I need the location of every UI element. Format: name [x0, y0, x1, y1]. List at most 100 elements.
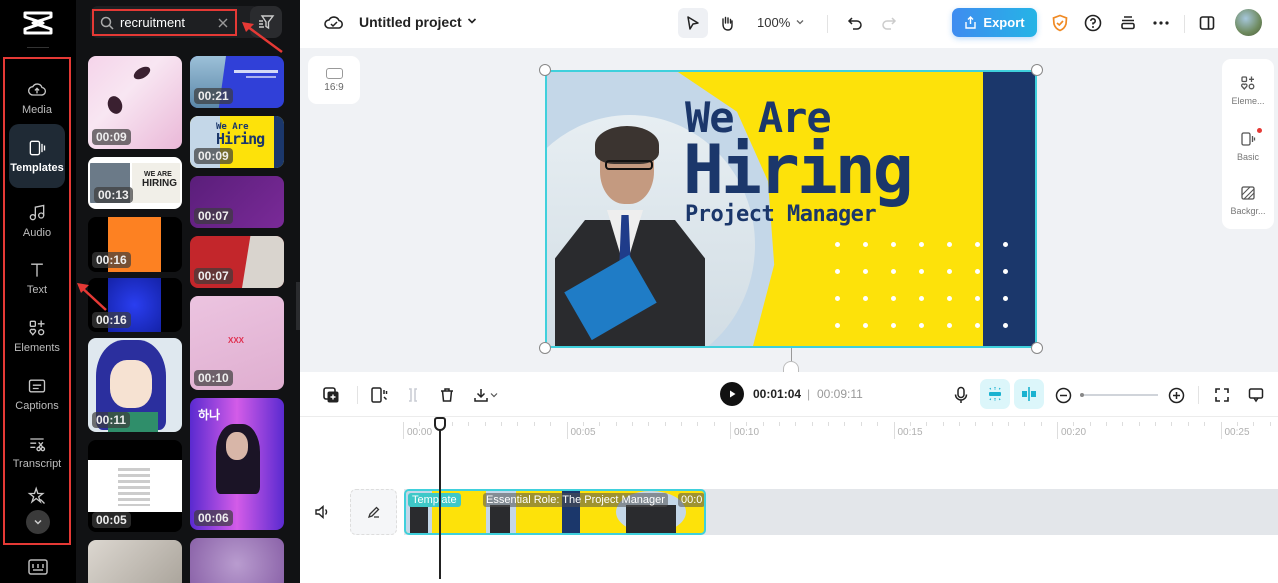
template-thumbnail[interactable]: WE ARE HIRING 00:13 [88, 157, 182, 209]
resize-handle-top-left[interactable] [539, 64, 551, 76]
playhead-line[interactable] [439, 419, 441, 579]
ruler-minor-tick [1106, 422, 1108, 426]
timeline-zoom-slider[interactable] [1080, 394, 1158, 396]
zoom-level[interactable]: 100% [757, 15, 790, 30]
headline-hiring[interactable]: Hiring [683, 137, 914, 205]
expand-rail-button[interactable] [26, 510, 50, 534]
chevron-down-icon[interactable] [466, 15, 478, 27]
export-button[interactable]: Export [952, 8, 1037, 37]
playhead-handle[interactable] [434, 417, 446, 431]
zoom-in-button[interactable] [1164, 383, 1188, 407]
search-input[interactable]: recruitment [92, 9, 237, 36]
help-button[interactable] [1078, 8, 1108, 38]
fit-timeline-button[interactable] [1210, 383, 1234, 407]
split-scene-button[interactable] [367, 383, 391, 407]
clip-frame-person [410, 505, 428, 533]
pattern-dot [919, 296, 924, 301]
video-preview[interactable]: We Are Hiring Project Manager [545, 70, 1037, 348]
edit-cover-button[interactable] [350, 489, 397, 535]
timeline-clip[interactable]: Template Essential Role: The Project Man… [404, 489, 706, 535]
pattern-dot [975, 296, 980, 301]
pattern-dot [835, 296, 840, 301]
ruler-minor-tick [599, 422, 601, 426]
template-thumbnail[interactable]: 00:11 [88, 338, 182, 432]
template-thumbnail[interactable] [190, 538, 284, 583]
resize-handle-bottom-left[interactable] [539, 342, 551, 354]
template-thumbnail[interactable]: 00:07 [190, 236, 284, 288]
project-title[interactable]: Untitled project [359, 14, 462, 30]
zoom-out-icon [1055, 387, 1071, 403]
hand-tool-button[interactable] [712, 8, 742, 38]
play-button[interactable] [720, 382, 744, 406]
rail-item-templates[interactable]: Templates [9, 124, 65, 188]
keyboard-shortcuts-icon[interactable] [27, 558, 49, 576]
pattern-dot [863, 323, 868, 328]
more-options-button[interactable] [1146, 8, 1176, 38]
total-duration: 00:09:11 [817, 387, 863, 401]
ruler-minor-tick [811, 422, 813, 426]
template-thumbnail[interactable]: 00:16 [88, 217, 182, 272]
timeline-zoom-knob[interactable] [1080, 393, 1084, 397]
add-media-button[interactable] [319, 383, 343, 407]
thumbnail-duration: 00:09 [92, 129, 131, 145]
rail-item-audio[interactable]: Audio [9, 190, 65, 252]
template-thumbnail[interactable]: 00:05 [88, 440, 182, 532]
redo-button[interactable] [874, 8, 904, 38]
pattern-dot [863, 242, 868, 247]
magnet-snap-toggle[interactable] [980, 379, 1010, 409]
user-avatar[interactable] [1235, 9, 1262, 36]
template-thumbnail[interactable]: 00:09 [88, 56, 182, 149]
select-tool-button[interactable] [678, 8, 708, 38]
rail-item-captions[interactable]: Captions [9, 363, 65, 425]
rail-item-transcript[interactable]: Transcript [9, 421, 65, 483]
template-thumbnail[interactable]: 00:16 [88, 278, 182, 332]
pattern-dot [919, 323, 924, 328]
right-tool-background[interactable]: Backgr... [1222, 175, 1274, 225]
undo-button[interactable] [840, 8, 870, 38]
timeline-ruler[interactable]: 00:00 00:05 00:10 00:15 00:20 00:25 [300, 418, 1278, 442]
link-snap-toggle[interactable] [1014, 379, 1044, 409]
shield-button[interactable] [1045, 8, 1075, 38]
search-value[interactable]: recruitment [120, 15, 211, 30]
zoom-out-button[interactable] [1051, 383, 1075, 407]
music-note-icon [29, 204, 45, 221]
template-thumbnail[interactable]: 하나 00:06 [190, 398, 284, 530]
snap-align-icon [1022, 387, 1036, 401]
ruler-minor-tick [713, 422, 715, 426]
rail-item-text[interactable]: Text [9, 247, 65, 309]
right-tool-basic[interactable]: Basic [1222, 121, 1274, 171]
rail-item-elements[interactable]: Elements [9, 305, 65, 367]
toggle-panel-button[interactable] [1192, 8, 1222, 38]
aspect-ratio-button[interactable]: 16:9 [308, 56, 360, 104]
thumbnail-duration: 00:09 [194, 148, 233, 164]
template-thumbnail[interactable] [88, 540, 182, 583]
elements-icon [1240, 75, 1255, 90]
template-thumbnail[interactable]: XXX 00:10 [190, 296, 284, 390]
track-audio-toggle[interactable] [314, 504, 330, 525]
template-thumbnail[interactable]: We Are Hiring 00:09 [190, 116, 284, 168]
resize-handle-top-right[interactable] [1031, 64, 1043, 76]
clear-search-icon[interactable] [217, 17, 229, 29]
right-tool-elements[interactable]: Eleme... [1222, 65, 1274, 115]
split-button[interactable] [401, 383, 425, 407]
thumbnail-duration: 00:13 [94, 187, 133, 203]
resize-handle-bottom-right[interactable] [1031, 342, 1043, 354]
rail-item-media[interactable]: Media [9, 67, 65, 129]
delete-button[interactable] [435, 383, 459, 407]
record-voice-button[interactable] [949, 383, 973, 407]
template-thumbnail[interactable]: 00:21 [190, 56, 284, 108]
person-hair [595, 126, 659, 164]
preview-mode-button[interactable] [1244, 383, 1268, 407]
template-thumbnail[interactable]: 00:07 [190, 176, 284, 228]
filter-button[interactable] [250, 6, 282, 38]
notification-badge [1257, 128, 1262, 133]
pattern-dot [975, 242, 980, 247]
layers-button[interactable] [1113, 8, 1143, 38]
left-rail: Media Templates Audio Text Elements Capt… [0, 0, 76, 583]
download-button[interactable] [469, 383, 503, 407]
rail-item-label: Transcript [12, 458, 62, 470]
chevron-down-icon[interactable] [795, 17, 805, 27]
transcript-icon [30, 438, 46, 452]
headline-group[interactable]: We Are Hiring Project Manager [683, 96, 914, 228]
thumbnail-duration: 00:07 [194, 208, 233, 224]
